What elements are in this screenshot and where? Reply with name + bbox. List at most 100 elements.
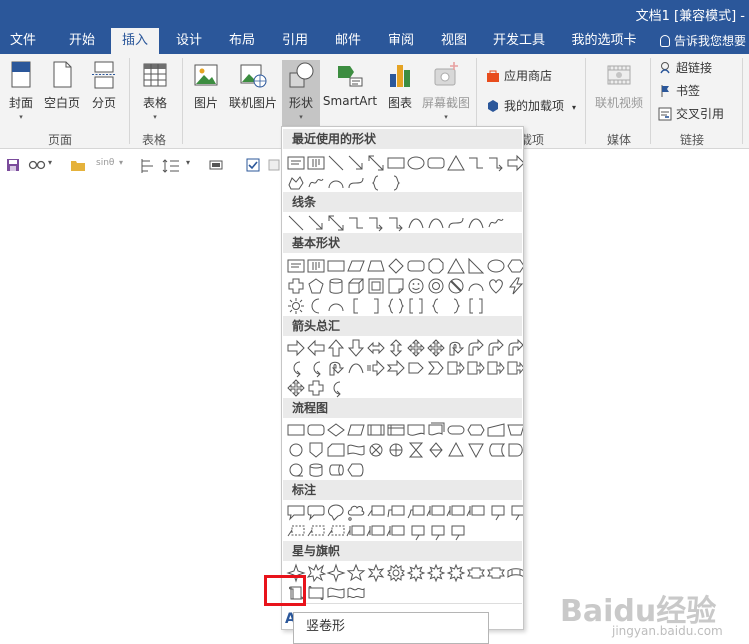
tab-developer[interactable]: 开发工具 [486, 28, 552, 54]
online-video-button[interactable]: 联机视频 [592, 60, 646, 130]
shape-arc-icon[interactable] [466, 276, 486, 296]
image-icon[interactable] [268, 158, 280, 176]
shape-lightning-icon[interactable] [506, 276, 523, 296]
shape-flowdata-icon[interactable] [346, 420, 366, 440]
shape-calldash-icon[interactable] [286, 522, 306, 542]
shape-elbow-icon[interactable] [346, 213, 366, 233]
frame-icon[interactable] [208, 158, 224, 176]
shape-lrbracket-icon[interactable] [406, 296, 426, 316]
shape-flowtape-icon[interactable] [346, 440, 366, 460]
shape-donut-icon[interactable] [426, 276, 446, 296]
tab-my-tab[interactable]: 我的选项卡 [562, 28, 646, 54]
shape-rbrace-icon[interactable] [386, 173, 406, 193]
shape-arrowline-icon[interactable] [346, 153, 366, 173]
shape-callbar-icon[interactable] [346, 522, 366, 542]
shape-bevel-icon[interactable] [366, 276, 386, 296]
tab-review[interactable]: 审阅 [377, 28, 425, 54]
shape-curve-icon[interactable] [406, 213, 426, 233]
shape-octagon-icon[interactable] [426, 256, 446, 276]
line-spacing-icon[interactable] [162, 158, 180, 176]
shape-pentagon-icon[interactable] [306, 276, 326, 296]
shape-flowterm-icon[interactable] [446, 420, 466, 440]
hyperlink-button[interactable]: 超链接 [658, 58, 712, 78]
shape-star6-icon[interactable] [366, 563, 386, 583]
tab-design[interactable]: 设计 [165, 28, 213, 54]
smartart-button[interactable]: SmartArt [322, 60, 378, 130]
folder-icon[interactable] [70, 158, 86, 176]
shape-callborder-icon[interactable] [486, 502, 506, 522]
shape-textbox-icon[interactable] [286, 256, 306, 276]
shape-flowdec-icon[interactable] [326, 420, 346, 440]
shape-freeform-icon[interactable] [286, 173, 306, 193]
shape-callcloud-icon[interactable] [346, 502, 366, 522]
shape-callbar-icon[interactable] [366, 522, 386, 542]
shape-star8-icon[interactable] [426, 563, 446, 583]
shape-curveribbon-icon[interactable] [506, 563, 523, 583]
shape-curve-icon[interactable] [346, 358, 366, 378]
shape-explosion-icon[interactable] [306, 563, 326, 583]
shape-star8-icon[interactable] [406, 563, 426, 583]
my-addins-button[interactable]: 我的加载项 ▾ [486, 96, 576, 116]
shape-callarrow-icon[interactable] [506, 358, 523, 378]
shape-tri-icon[interactable] [446, 153, 466, 173]
shape-flowdirect-icon[interactable] [326, 460, 346, 480]
shape-rarrow-icon[interactable] [286, 338, 306, 358]
shape-vtextbox-icon[interactable] [306, 256, 326, 276]
shape-flowor-icon[interactable] [386, 440, 406, 460]
tab-layout[interactable]: 布局 [218, 28, 266, 54]
shape-callbar-icon[interactable] [446, 502, 466, 522]
shape-flowmanop-icon[interactable] [506, 420, 523, 440]
shape-larrow-icon[interactable] [306, 338, 326, 358]
shape-rbracket-icon[interactable] [366, 296, 386, 316]
shape-vtextbox-icon[interactable] [306, 153, 326, 173]
align-icon[interactable] [140, 158, 156, 176]
shape-arc-icon[interactable] [326, 296, 346, 316]
shape-wave-icon[interactable] [326, 583, 346, 603]
shape-notchedarrow-icon[interactable] [386, 358, 406, 378]
shape-smiley-icon[interactable] [406, 276, 426, 296]
shape-flowoffpage-icon[interactable] [306, 440, 326, 460]
picture-button[interactable]: 图片 [188, 60, 224, 130]
shape-flowmerge-icon[interactable] [466, 440, 486, 460]
shape-quadarrow-icon[interactable] [426, 338, 446, 358]
shape-cross-icon[interactable] [306, 378, 326, 398]
shape-elbowarrow-icon[interactable] [386, 213, 406, 233]
shape-uturn-icon[interactable] [446, 338, 466, 358]
shape-uturn-icon[interactable] [326, 358, 346, 378]
shape-flowstored-icon[interactable] [486, 440, 506, 460]
shape-flowcard-icon[interactable] [326, 440, 346, 460]
shape-star8-icon[interactable] [446, 563, 466, 583]
shape-lrarrow-icon[interactable] [366, 338, 386, 358]
shape-sun-icon[interactable] [286, 296, 306, 316]
save-icon[interactable] [6, 158, 20, 176]
shape-scribble-icon[interactable] [306, 173, 326, 193]
shape-callborder-icon[interactable] [426, 522, 446, 542]
shape-uarrow-icon[interactable] [326, 338, 346, 358]
shape-rrect-icon[interactable] [406, 256, 426, 276]
shape-rect-icon[interactable] [326, 256, 346, 276]
shape-rtri-icon[interactable] [466, 256, 486, 276]
shape-flowrect-icon[interactable] [286, 420, 306, 440]
shape-callbar-icon[interactable] [386, 522, 406, 542]
cover-page-button[interactable]: 封面 ▾ [4, 60, 38, 130]
shapes-button[interactable]: 形状 ▾ [282, 60, 320, 130]
shape-curve-icon[interactable] [426, 213, 446, 233]
shape-callborder-icon[interactable] [406, 522, 426, 542]
shape-bentarrow-icon[interactable] [506, 338, 523, 358]
shape-hscroll-icon[interactable] [306, 583, 326, 603]
shape-flowsumjunc-icon[interactable] [366, 440, 386, 460]
shape-lcircarrow-icon[interactable] [286, 358, 306, 378]
shape-elbowarrow-icon[interactable] [366, 213, 386, 233]
shape-udarrow-icon[interactable] [386, 338, 406, 358]
shape-flowdelay-icon[interactable] [506, 440, 523, 460]
shape-elbow-icon[interactable] [466, 153, 486, 173]
shape-callline-icon[interactable] [366, 502, 386, 522]
shape-flowextract-icon[interactable] [446, 440, 466, 460]
tab-insert[interactable]: 插入 [111, 28, 159, 54]
shape-hexagon-icon[interactable] [506, 256, 523, 276]
shape-callborder-icon[interactable] [506, 502, 523, 522]
shape-rect-icon[interactable] [386, 153, 406, 173]
online-picture-button[interactable]: 联机图片 [228, 60, 278, 130]
shape-callline3-icon[interactable] [406, 502, 426, 522]
tab-file[interactable]: 文件 [0, 28, 46, 54]
